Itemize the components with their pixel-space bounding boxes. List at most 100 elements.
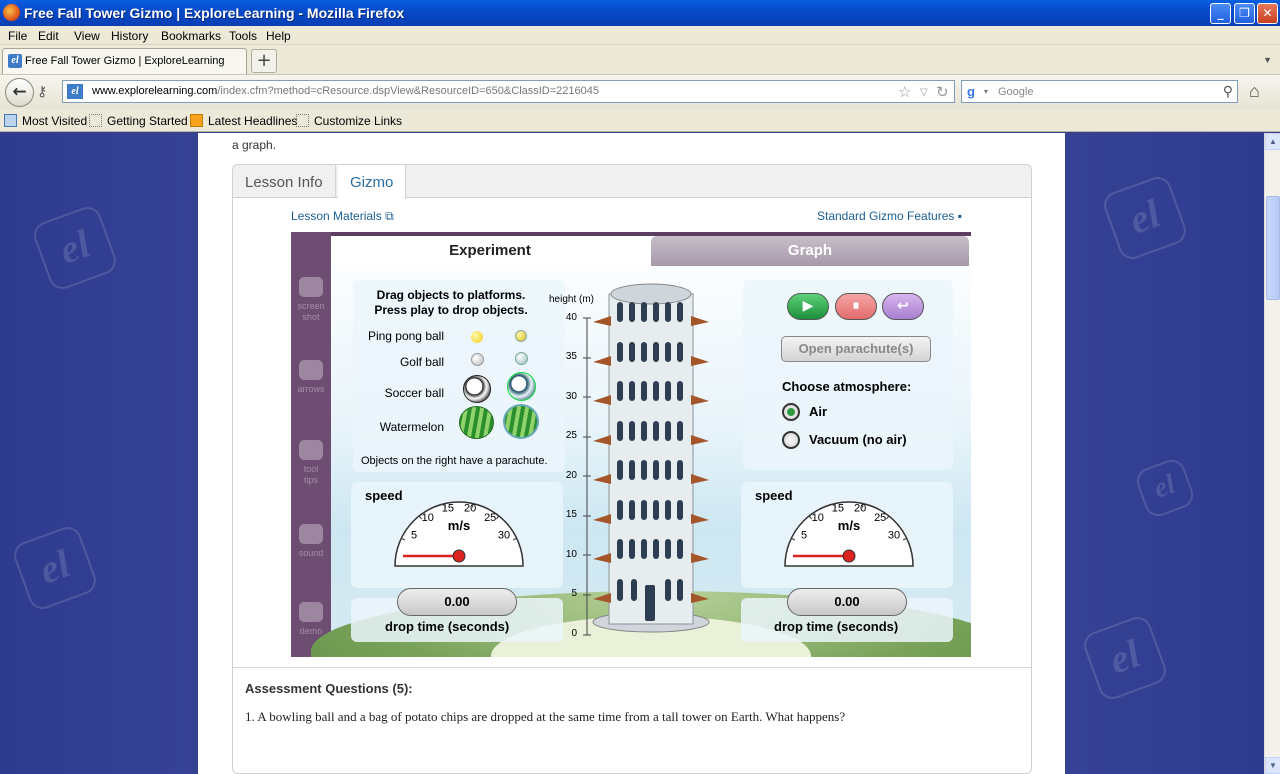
- golf-ball-parachute[interactable]: [515, 352, 528, 365]
- menu-file[interactable]: File: [8, 29, 27, 43]
- height-tick: 40: [565, 312, 577, 323]
- gizmo-simulation[interactable]: screen shot arrows tool tips sound demo Ex…: [291, 232, 971, 657]
- ping-pong-ball-parachute[interactable]: [515, 330, 527, 342]
- watermelon[interactable]: [459, 406, 494, 439]
- reset-button[interactable]: ↩: [882, 293, 924, 320]
- search-placeholder: Google: [998, 86, 1034, 98]
- bookmark-label: Getting Started: [107, 114, 188, 128]
- ping-pong-ball[interactable]: [471, 331, 483, 343]
- tab-experiment[interactable]: Experiment: [331, 236, 649, 266]
- sidebar-label: tool: [303, 464, 319, 474]
- menu-tools[interactable]: Tools: [229, 29, 257, 43]
- bookmark-customize-links[interactable]: Customize Links: [296, 114, 402, 128]
- search-engine-dropdown-icon[interactable]: ▾: [984, 87, 988, 96]
- radio-air[interactable]: [782, 403, 800, 421]
- url-text[interactable]: www.explorelearning.com/index.cfm?method…: [92, 85, 599, 97]
- gauge-tick-label: 30: [888, 529, 900, 541]
- pause-button[interactable]: ⏸: [835, 293, 877, 320]
- lesson-materials-link[interactable]: Lesson Materials ⧉: [291, 209, 394, 224]
- window-title: Free Fall Tower Gizmo | ExploreLearning …: [24, 5, 405, 21]
- golf-ball[interactable]: [471, 353, 484, 366]
- arrows-button[interactable]: arrows: [291, 360, 331, 395]
- bookmark-getting-started[interactable]: Getting Started: [89, 114, 188, 128]
- close-button[interactable]: ✕: [1257, 3, 1278, 24]
- tv-icon: [299, 602, 323, 622]
- menu-bookmarks[interactable]: Bookmarks: [161, 29, 221, 43]
- bookmark-most-visited[interactable]: Most Visited: [4, 114, 87, 128]
- background-logo-icon: el: [30, 203, 120, 293]
- play-button[interactable]: ▶: [787, 293, 829, 320]
- assessment-title: Assessment Questions (5):: [245, 681, 413, 696]
- menu-edit[interactable]: Edit: [38, 29, 59, 43]
- gizmo-container: Lesson Info Gizmo Lesson Materials ⧉ Sta…: [232, 164, 1032, 774]
- bookmark-label: Most Visited: [22, 114, 88, 128]
- atmosphere-label: Choose atmosphere:: [782, 379, 912, 394]
- standard-gizmo-features-link[interactable]: Standard Gizmo Features ▪: [817, 209, 962, 223]
- gauge-tick-label: 5: [411, 529, 417, 541]
- tab-strip: el Free Fall Tower Gizmo | ExploreLearni…: [0, 45, 1280, 74]
- reload-icon[interactable]: ↻: [936, 83, 949, 101]
- menu-view[interactable]: View: [74, 29, 100, 43]
- left-speed-gauge: m/s 5 10 15 20 2530: [394, 501, 524, 567]
- tab-graph[interactable]: Graph: [651, 236, 969, 266]
- page-viewport: el el el el el a graph. Lesson Info Gizm…: [0, 133, 1264, 774]
- browser-tab[interactable]: el Free Fall Tower Gizmo | ExploreLearni…: [2, 48, 247, 74]
- home-icon[interactable]: ⌂: [1249, 81, 1260, 102]
- scroll-down-arrow-icon[interactable]: ▼: [1265, 757, 1280, 774]
- demo-button[interactable]: demo: [291, 602, 331, 637]
- bookmark-latest-headlines[interactable]: Latest Headlines: [190, 114, 297, 128]
- instruction-line: Drag objects to platforms.: [376, 288, 526, 302]
- gauge-tick-label: 10: [812, 512, 824, 524]
- radio-vacuum-label[interactable]: Vacuum (no air): [809, 432, 907, 447]
- radio-vacuum[interactable]: [782, 431, 800, 449]
- menu-bar: File Edit View History Bookmarks Tools H…: [0, 26, 1280, 45]
- watermelon-parachute[interactable]: [503, 404, 539, 439]
- sidebar-label: arrows: [297, 384, 325, 394]
- window-title-bar: Free Fall Tower Gizmo | ExploreLearning …: [0, 0, 1280, 26]
- google-icon[interactable]: g: [967, 84, 975, 99]
- minimize-button[interactable]: _: [1210, 3, 1231, 24]
- navigation-bar: ← ⚷ el www.explorelearning.com/index.cfm…: [0, 74, 1280, 109]
- key-icon[interactable]: ⚷: [37, 83, 47, 100]
- page-icon: [296, 114, 309, 127]
- tooltips-button[interactable]: tool tips: [291, 440, 331, 486]
- right-speed-gauge: m/s 5 10 15 20 2530: [784, 501, 914, 567]
- radio-air-label[interactable]: Air: [809, 404, 827, 419]
- tab-lesson-info[interactable]: Lesson Info: [233, 165, 336, 198]
- search-icon[interactable]: ⚲: [1223, 83, 1233, 100]
- open-parachutes-button[interactable]: Open parachute(s): [781, 336, 931, 362]
- url-bar[interactable]: el www.explorelearning.com/index.cfm?met…: [62, 80, 955, 103]
- menu-help[interactable]: Help: [266, 29, 291, 43]
- screenshot-button[interactable]: screen shot: [291, 277, 331, 323]
- vertical-scrollbar[interactable]: ▲ ▼: [1264, 133, 1280, 774]
- back-button[interactable]: ←: [5, 78, 34, 107]
- arrows-icon: [299, 360, 323, 380]
- sim-sidebar: screen shot arrows tool tips sound demo: [291, 232, 331, 657]
- object-label: Watermelon: [379, 420, 444, 434]
- gauge-tick-label: 20: [464, 502, 476, 514]
- right-gauge-hub: [842, 549, 856, 563]
- folder-icon: [4, 114, 17, 127]
- height-tick: 5: [571, 588, 577, 599]
- soccer-ball[interactable]: [463, 375, 491, 403]
- left-gauge-unit: m/s: [448, 518, 470, 533]
- history-dropdown-icon[interactable]: ▽: [920, 87, 928, 98]
- new-tab-button[interactable]: +: [251, 49, 277, 73]
- speaker-icon: [299, 524, 323, 544]
- instruction-line: Press play to drop objects.: [374, 303, 528, 317]
- bookmark-label: Latest Headlines: [208, 114, 298, 128]
- monitor-icon: ▪: [957, 209, 963, 223]
- menu-history[interactable]: History: [111, 29, 148, 43]
- soccer-ball-parachute[interactable]: [507, 372, 536, 401]
- bookmark-star-icon[interactable]: ☆: [898, 83, 911, 101]
- tab-list-arrow-icon[interactable]: ▼: [1263, 55, 1272, 65]
- sound-button[interactable]: sound: [291, 524, 331, 559]
- right-drop-time-readout: 0.00: [787, 588, 907, 616]
- search-box[interactable]: g ▾ Google ⚲: [961, 80, 1238, 103]
- tab-gizmo[interactable]: Gizmo: [338, 165, 407, 199]
- sidebar-label: demo: [299, 626, 323, 636]
- scrollbar-thumb[interactable]: [1266, 196, 1280, 300]
- sidebar-label: sound: [298, 548, 324, 558]
- restore-button[interactable]: ❐: [1234, 3, 1255, 24]
- scroll-up-arrow-icon[interactable]: ▲: [1265, 133, 1280, 150]
